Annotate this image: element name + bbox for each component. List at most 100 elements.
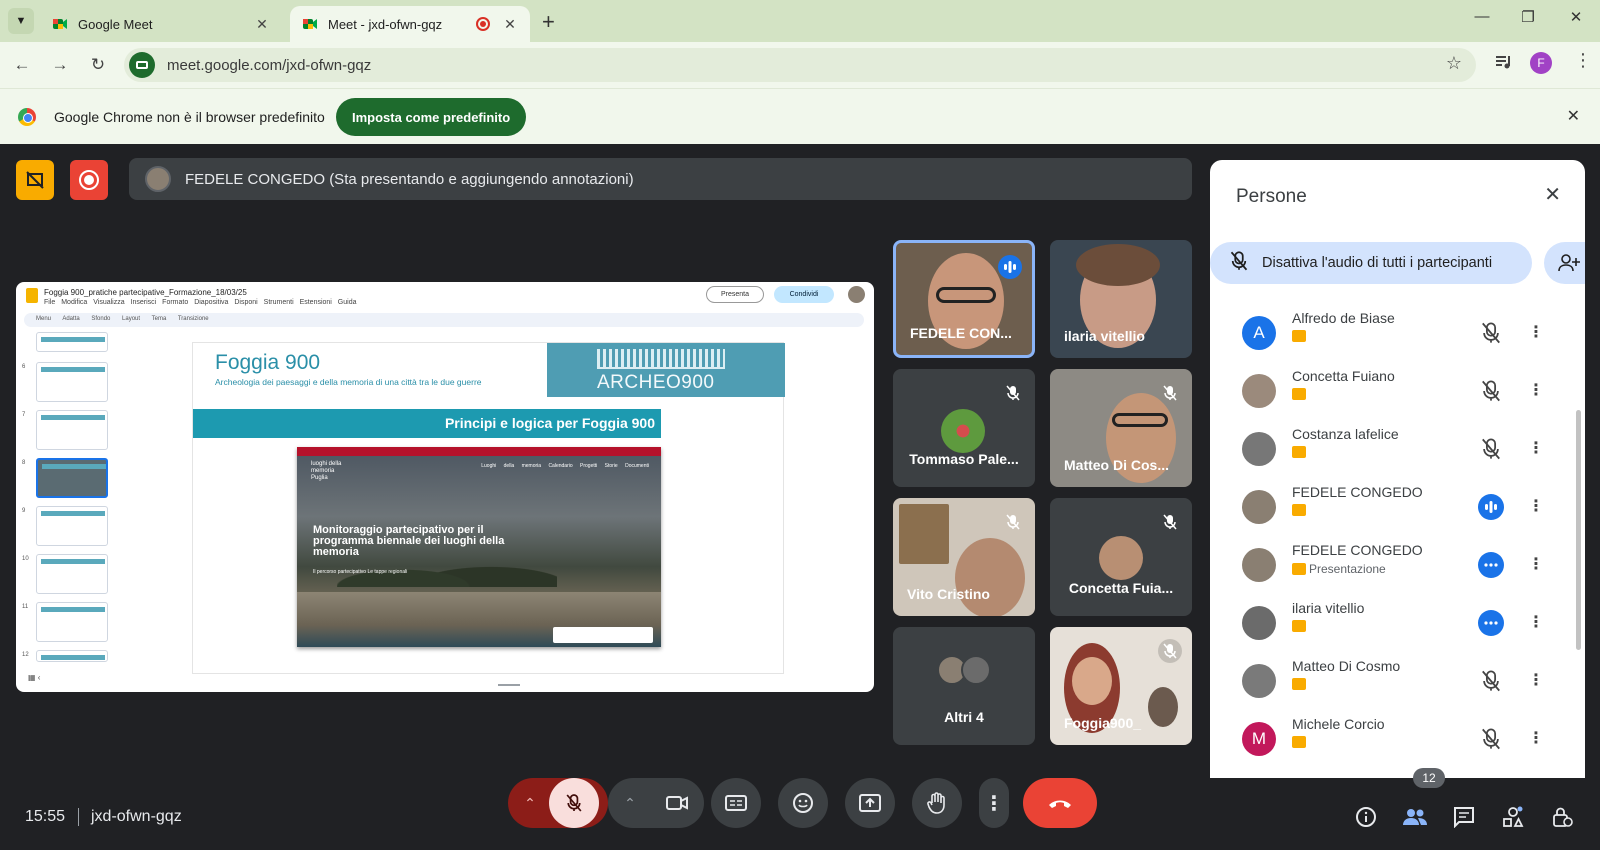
- wall-picture: [899, 504, 949, 564]
- mic-off-icon[interactable]: [1478, 726, 1504, 752]
- host-controls-icon[interactable]: [1549, 804, 1575, 830]
- participant-row[interactable]: M Michele Corcio ⋮: [1210, 710, 1585, 768]
- participant-subline: [1292, 330, 1309, 342]
- back-arrow-icon[interactable]: ←: [10, 53, 34, 77]
- participant-row[interactable]: Costanza lafelice ⋮: [1210, 420, 1585, 478]
- meeting-info-icon[interactable]: [1353, 804, 1379, 830]
- captions-button[interactable]: [711, 778, 761, 828]
- panel-title: Persone: [1236, 186, 1307, 207]
- participant-more-icon[interactable]: ⋮: [1528, 728, 1544, 748]
- mic-off-icon: [1158, 381, 1182, 405]
- participant-row[interactable]: Matteo Di Cosmo ⋮: [1210, 652, 1585, 710]
- chat-icon[interactable]: [1451, 804, 1477, 830]
- minimize-icon[interactable]: —: [1470, 8, 1494, 25]
- media-controls-icon[interactable]: [1494, 52, 1514, 77]
- video-tile[interactable]: Foggia900_: [1050, 627, 1192, 745]
- mic-off-icon[interactable]: [1478, 668, 1504, 694]
- close-infobar-icon[interactable]: ✕: [1567, 106, 1580, 126]
- chrome-menu-icon[interactable]: ⋮: [1574, 50, 1592, 71]
- close-panel-icon[interactable]: ✕: [1544, 182, 1561, 207]
- video-tile[interactable]: FEDELE CON...: [893, 240, 1035, 358]
- close-tab-icon[interactable]: ✕: [502, 16, 518, 33]
- participant-more-icon[interactable]: ⋮: [1528, 612, 1544, 632]
- video-tile[interactable]: Matteo Di Cos...: [1050, 369, 1192, 487]
- more-horizontal-icon[interactable]: [1478, 552, 1504, 578]
- participant-more-icon[interactable]: ⋮: [1528, 496, 1544, 516]
- audio-options-chevron-icon[interactable]: ⌃: [508, 778, 552, 828]
- end-call-button[interactable]: [1023, 778, 1097, 828]
- mic-off-icon: [1230, 251, 1248, 275]
- video-tile[interactable]: Vito Cristino: [893, 498, 1035, 616]
- participant-row[interactable]: FEDELE CONGEDO ⋮: [1210, 478, 1585, 536]
- new-tab-button[interactable]: +: [542, 9, 555, 35]
- slide-title: Foggia 900: [215, 351, 321, 374]
- participant-row[interactable]: ilaria vitellio ⋮: [1210, 594, 1585, 652]
- more-options-icon[interactable]: ⋮: [979, 778, 1009, 828]
- mic-off-button[interactable]: [549, 778, 599, 828]
- mic-off-icon: [1158, 639, 1182, 663]
- add-people-button[interactable]: [1544, 242, 1585, 284]
- archeo-logo-text: ARCHEO900: [597, 372, 715, 393]
- video-tile[interactable]: Tommaso Pale...: [893, 369, 1035, 487]
- video-options-chevron-icon[interactable]: ⌃: [608, 778, 652, 828]
- meeting-code: jxd-ofwn-gqz: [91, 808, 182, 825]
- mic-off-icon[interactable]: [1478, 320, 1504, 346]
- activities-icon[interactable]: [1500, 804, 1526, 830]
- participant-more-icon[interactable]: ⋮: [1528, 438, 1544, 458]
- website-heading: Monitoraggio partecipativo per il progra…: [313, 524, 505, 558]
- participant-more-icon[interactable]: ⋮: [1528, 380, 1544, 400]
- recording-icon[interactable]: [70, 160, 108, 200]
- restore-icon[interactable]: ❐: [1516, 8, 1540, 26]
- participant-more-icon[interactable]: ⋮: [1528, 554, 1544, 574]
- avatar: [1242, 606, 1276, 640]
- mic-off-icon[interactable]: [1478, 436, 1504, 462]
- slide-thumbnail: 11: [22, 602, 122, 644]
- slide-subtitle: Archeologia dei paesaggi e della memoria…: [215, 377, 482, 387]
- close-window-icon[interactable]: ✕: [1564, 8, 1588, 26]
- video-tile[interactable]: ilaria vitellio: [1050, 240, 1192, 358]
- people-icon[interactable]: [1402, 804, 1428, 830]
- participant-row[interactable]: FEDELE CONGEDO Presentazione ⋮: [1210, 536, 1585, 594]
- shared-screen[interactable]: Foggia 900_pratiche partecipative_Formaz…: [16, 282, 874, 692]
- url-text[interactable]: meet.google.com/jxd-ofwn-gqz: [167, 57, 371, 74]
- participant-more-icon[interactable]: ⋮: [1528, 670, 1544, 690]
- role-chip-icon: [1292, 678, 1306, 690]
- participant-name: ilaria vitellio: [1292, 600, 1365, 616]
- role-chip-icon: [1292, 388, 1306, 400]
- slide-thumbnail: 7: [22, 410, 122, 452]
- people-panel: Persone ✕ Disattiva l'audio di tutti i p…: [1210, 160, 1585, 778]
- mute-all-button[interactable]: Disattiva l'audio di tutti i partecipant…: [1210, 242, 1532, 284]
- mic-off-icon: [1158, 510, 1182, 534]
- site-info-icon[interactable]: [129, 52, 155, 78]
- archeo-colonnade-icon: [597, 349, 725, 369]
- forward-arrow-icon[interactable]: →: [48, 53, 72, 77]
- panel-scrollbar[interactable]: [1576, 410, 1581, 650]
- close-tab-icon[interactable]: ✕: [254, 16, 270, 33]
- slides-menu-bar: File Modifica Visualizza Inserisci Forma…: [44, 299, 357, 306]
- present-screen-button[interactable]: [845, 778, 895, 828]
- emoji-reactions-button[interactable]: [778, 778, 828, 828]
- video-tile[interactable]: Altri 4: [893, 627, 1035, 745]
- more-horizontal-icon[interactable]: [1478, 610, 1504, 636]
- presentation-off-icon[interactable]: [16, 160, 54, 200]
- participant-row[interactable]: A Alfredo de Biase ⋮: [1210, 304, 1585, 362]
- mic-off-icon[interactable]: [1478, 378, 1504, 404]
- divider: [78, 808, 79, 826]
- video-tile[interactable]: Concetta Fuia...: [1050, 498, 1192, 616]
- tab-meet-call[interactable]: Meet - jxd-ofwn-gqz ✕: [290, 6, 530, 42]
- participant-more-icon[interactable]: ⋮: [1528, 322, 1544, 342]
- camera-button[interactable]: [652, 778, 702, 828]
- profile-avatar[interactable]: F: [1530, 52, 1552, 74]
- participant-row[interactable]: Concetta Fuiano ⋮: [1210, 362, 1585, 420]
- speaking-indicator-icon[interactable]: [1478, 494, 1504, 520]
- presenter-avatar: [145, 166, 171, 192]
- tab-search-button[interactable]: ▼: [8, 8, 34, 34]
- bookmark-star-icon[interactable]: ☆: [1446, 53, 1462, 74]
- raise-hand-button[interactable]: [912, 778, 962, 828]
- participant-subline: [1292, 388, 1309, 400]
- avatar: [1242, 490, 1276, 524]
- address-bar[interactable]: meet.google.com/jxd-ofwn-gqz ☆: [124, 48, 1476, 82]
- tab-google-meet[interactable]: Google Meet ✕: [40, 6, 282, 42]
- reload-icon[interactable]: ↻: [86, 53, 110, 77]
- set-default-button[interactable]: Imposta come predefinito: [336, 98, 527, 136]
